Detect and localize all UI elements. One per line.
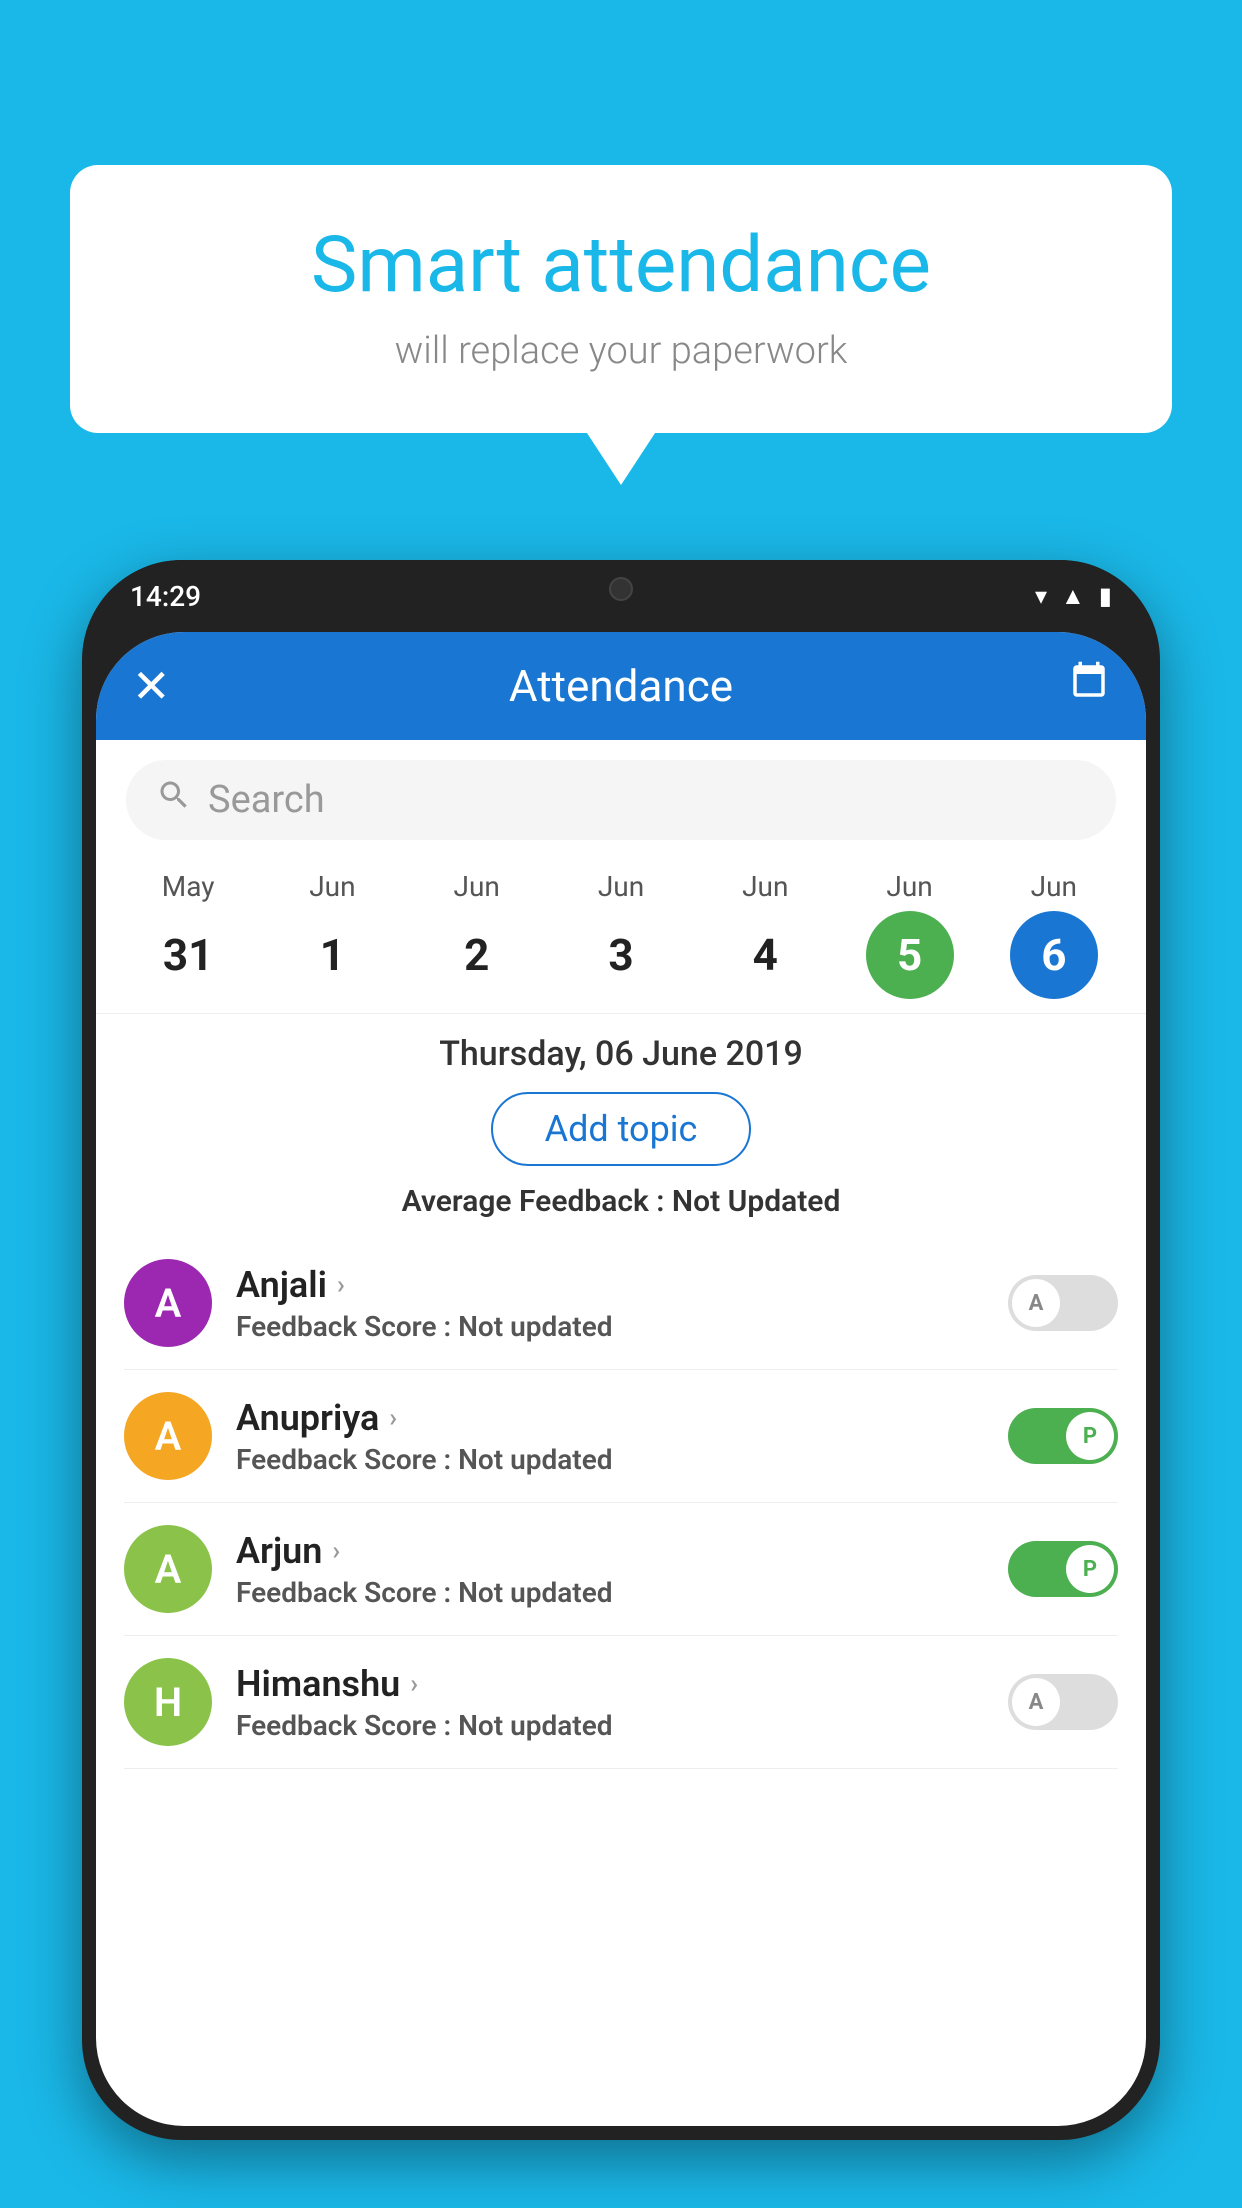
avatar: A bbox=[124, 1525, 212, 1613]
month-jun3: Jun bbox=[549, 870, 693, 903]
phone-screen: ✕ Attendance Search bbox=[96, 632, 1146, 2126]
speech-bubble: Smart attendance will replace your paper… bbox=[70, 165, 1172, 433]
month-jun4: Jun bbox=[693, 870, 837, 903]
battery-icon: ▮ bbox=[1099, 582, 1112, 610]
close-button[interactable]: ✕ bbox=[132, 659, 171, 714]
calendar-icon[interactable] bbox=[1068, 660, 1110, 712]
chevron-right-icon: › bbox=[410, 1669, 418, 1699]
toggle-knob: A bbox=[1012, 1279, 1060, 1327]
student-info[interactable]: Anjali › Feedback Score : Not updated bbox=[236, 1264, 984, 1343]
phone-wrapper: 14:29 ▾ ▲ ▮ ✕ Attendance bbox=[82, 560, 1160, 2208]
toggle-knob: P bbox=[1066, 1412, 1114, 1460]
camera bbox=[609, 577, 633, 601]
list-item: H Himanshu › Feedback Score : Not update… bbox=[124, 1636, 1118, 1769]
status-time: 14:29 bbox=[130, 580, 201, 613]
date-31[interactable]: 31 bbox=[116, 911, 260, 999]
attendance-toggle[interactable]: P bbox=[1008, 1408, 1118, 1464]
search-bar[interactable]: Search bbox=[126, 760, 1116, 840]
avatar: A bbox=[124, 1259, 212, 1347]
month-row: May Jun Jun Jun Jun Jun Jun bbox=[116, 870, 1126, 903]
date-2[interactable]: 2 bbox=[405, 911, 549, 999]
student-name: Anupriya › bbox=[236, 1397, 984, 1439]
attendance-toggle[interactable]: P bbox=[1008, 1541, 1118, 1597]
chevron-right-icon: › bbox=[337, 1270, 345, 1300]
avg-feedback-label: Average Feedback : bbox=[402, 1184, 665, 1219]
student-feedback: Feedback Score : Not updated bbox=[236, 1709, 984, 1742]
avg-feedback-value: Not Updated bbox=[672, 1184, 840, 1219]
search-icon bbox=[156, 777, 192, 823]
date-5-today[interactable]: 5 bbox=[866, 911, 954, 999]
list-item: A Anjali › Feedback Score : Not updated … bbox=[124, 1237, 1118, 1370]
toggle-knob: A bbox=[1012, 1678, 1060, 1726]
date-3[interactable]: 3 bbox=[549, 911, 693, 999]
avg-feedback: Average Feedback : Not Updated bbox=[96, 1184, 1146, 1219]
attendance-toggle[interactable]: A bbox=[1008, 1674, 1118, 1730]
list-item: A Arjun › Feedback Score : Not updated P bbox=[124, 1503, 1118, 1636]
bubble-title: Smart attendance bbox=[130, 220, 1112, 311]
attendance-toggle[interactable]: A bbox=[1008, 1275, 1118, 1331]
month-jun1: Jun bbox=[260, 870, 404, 903]
selected-date-label: Thursday, 06 June 2019 bbox=[96, 1034, 1146, 1074]
phone-frame: 14:29 ▾ ▲ ▮ ✕ Attendance bbox=[82, 560, 1160, 2140]
student-info[interactable]: Arjun › Feedback Score : Not updated bbox=[236, 1530, 984, 1609]
toggle-knob: P bbox=[1066, 1545, 1114, 1593]
student-info[interactable]: Himanshu › Feedback Score : Not updated bbox=[236, 1663, 984, 1742]
selected-date-section: Thursday, 06 June 2019 Add topic Average… bbox=[96, 1013, 1146, 1237]
student-feedback: Feedback Score : Not updated bbox=[236, 1576, 984, 1609]
month-jun5: Jun bbox=[837, 870, 981, 903]
month-may: May bbox=[116, 870, 260, 903]
app-header: ✕ Attendance bbox=[96, 632, 1146, 740]
phone-notch bbox=[566, 560, 676, 618]
avatar: A bbox=[124, 1392, 212, 1480]
date-1[interactable]: 1 bbox=[260, 911, 404, 999]
chevron-right-icon: › bbox=[389, 1403, 397, 1433]
student-list: A Anjali › Feedback Score : Not updated … bbox=[96, 1237, 1146, 1769]
avatar: H bbox=[124, 1658, 212, 1746]
month-jun2: Jun bbox=[405, 870, 549, 903]
search-placeholder: Search bbox=[208, 778, 325, 822]
wifi-icon: ▾ bbox=[1035, 582, 1047, 610]
student-name: Arjun › bbox=[236, 1530, 984, 1572]
student-feedback: Feedback Score : Not updated bbox=[236, 1443, 984, 1476]
student-name: Himanshu › bbox=[236, 1663, 984, 1705]
student-feedback: Feedback Score : Not updated bbox=[236, 1310, 984, 1343]
add-topic-button[interactable]: Add topic bbox=[491, 1092, 752, 1166]
month-jun6: Jun bbox=[982, 870, 1126, 903]
status-icons: ▾ ▲ ▮ bbox=[1035, 582, 1112, 611]
student-info[interactable]: Anupriya › Feedback Score : Not updated bbox=[236, 1397, 984, 1476]
date-6-selected[interactable]: 6 bbox=[1010, 911, 1098, 999]
chevron-right-icon: › bbox=[332, 1536, 340, 1566]
date-4[interactable]: 4 bbox=[693, 911, 837, 999]
signal-icon: ▲ bbox=[1061, 582, 1085, 611]
list-item: A Anupriya › Feedback Score : Not update… bbox=[124, 1370, 1118, 1503]
date-row: 31 1 2 3 4 5 6 bbox=[116, 911, 1126, 999]
calendar: May Jun Jun Jun Jun Jun Jun 31 1 2 3 4 5… bbox=[96, 860, 1146, 999]
bubble-subtitle: will replace your paperwork bbox=[130, 329, 1112, 373]
page-title: Attendance bbox=[509, 660, 733, 712]
student-name: Anjali › bbox=[236, 1264, 984, 1306]
